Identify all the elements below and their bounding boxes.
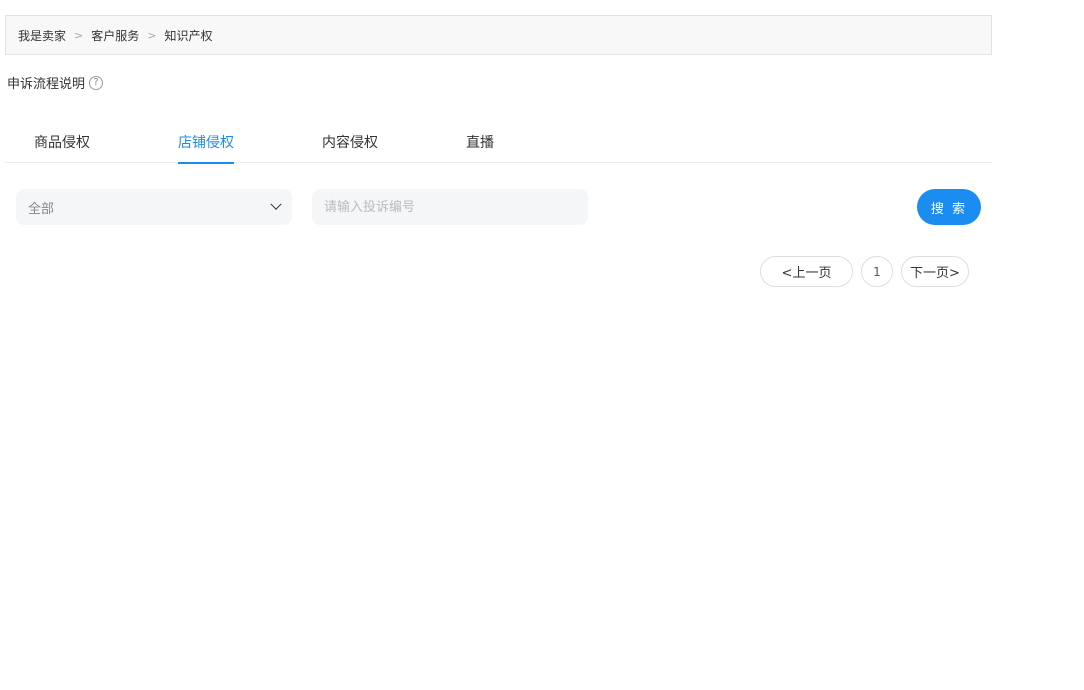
- tab-live-stream[interactable]: 直播: [466, 120, 494, 163]
- appeal-process-note: 申诉流程说明 ?: [7, 73, 104, 92]
- breadcrumb-customer-service[interactable]: 客户服务: [91, 27, 139, 44]
- status-select-value: 全部: [28, 201, 55, 217]
- prev-page-button[interactable]: <上一页: [760, 256, 853, 287]
- breadcrumb-separator: >: [147, 28, 157, 42]
- tab-store-infringement[interactable]: 店铺侵权: [178, 120, 234, 164]
- tab-bar: 商品侵权 店铺侵权 内容侵权 直播: [5, 120, 992, 164]
- chevron-down-icon: [270, 198, 282, 210]
- status-select[interactable]: 全部: [16, 189, 292, 225]
- complaint-number-input[interactable]: [312, 189, 588, 225]
- next-page-button[interactable]: 下一页>: [901, 256, 969, 287]
- tab-content-infringement[interactable]: 内容侵权: [322, 120, 378, 163]
- breadcrumb-separator: >: [74, 28, 84, 42]
- appeal-process-label: 申诉流程说明: [7, 77, 86, 92]
- help-circle-icon[interactable]: ?: [89, 75, 104, 90]
- breadcrumb: 我是卖家 > 客户服务 > 知识产权: [5, 15, 992, 55]
- page: 我是卖家 > 客户服务 > 知识产权 申诉流程说明 ? 商品侵权 店铺侵权 内容…: [0, 0, 1084, 690]
- breadcrumb-ip: 知识产权: [164, 28, 213, 43]
- page-number-button[interactable]: 1: [861, 256, 893, 287]
- tab-product-infringement[interactable]: 商品侵权: [34, 120, 90, 163]
- breadcrumb-seller[interactable]: 我是卖家: [18, 27, 66, 44]
- search-button[interactable]: 搜 索: [917, 189, 981, 225]
